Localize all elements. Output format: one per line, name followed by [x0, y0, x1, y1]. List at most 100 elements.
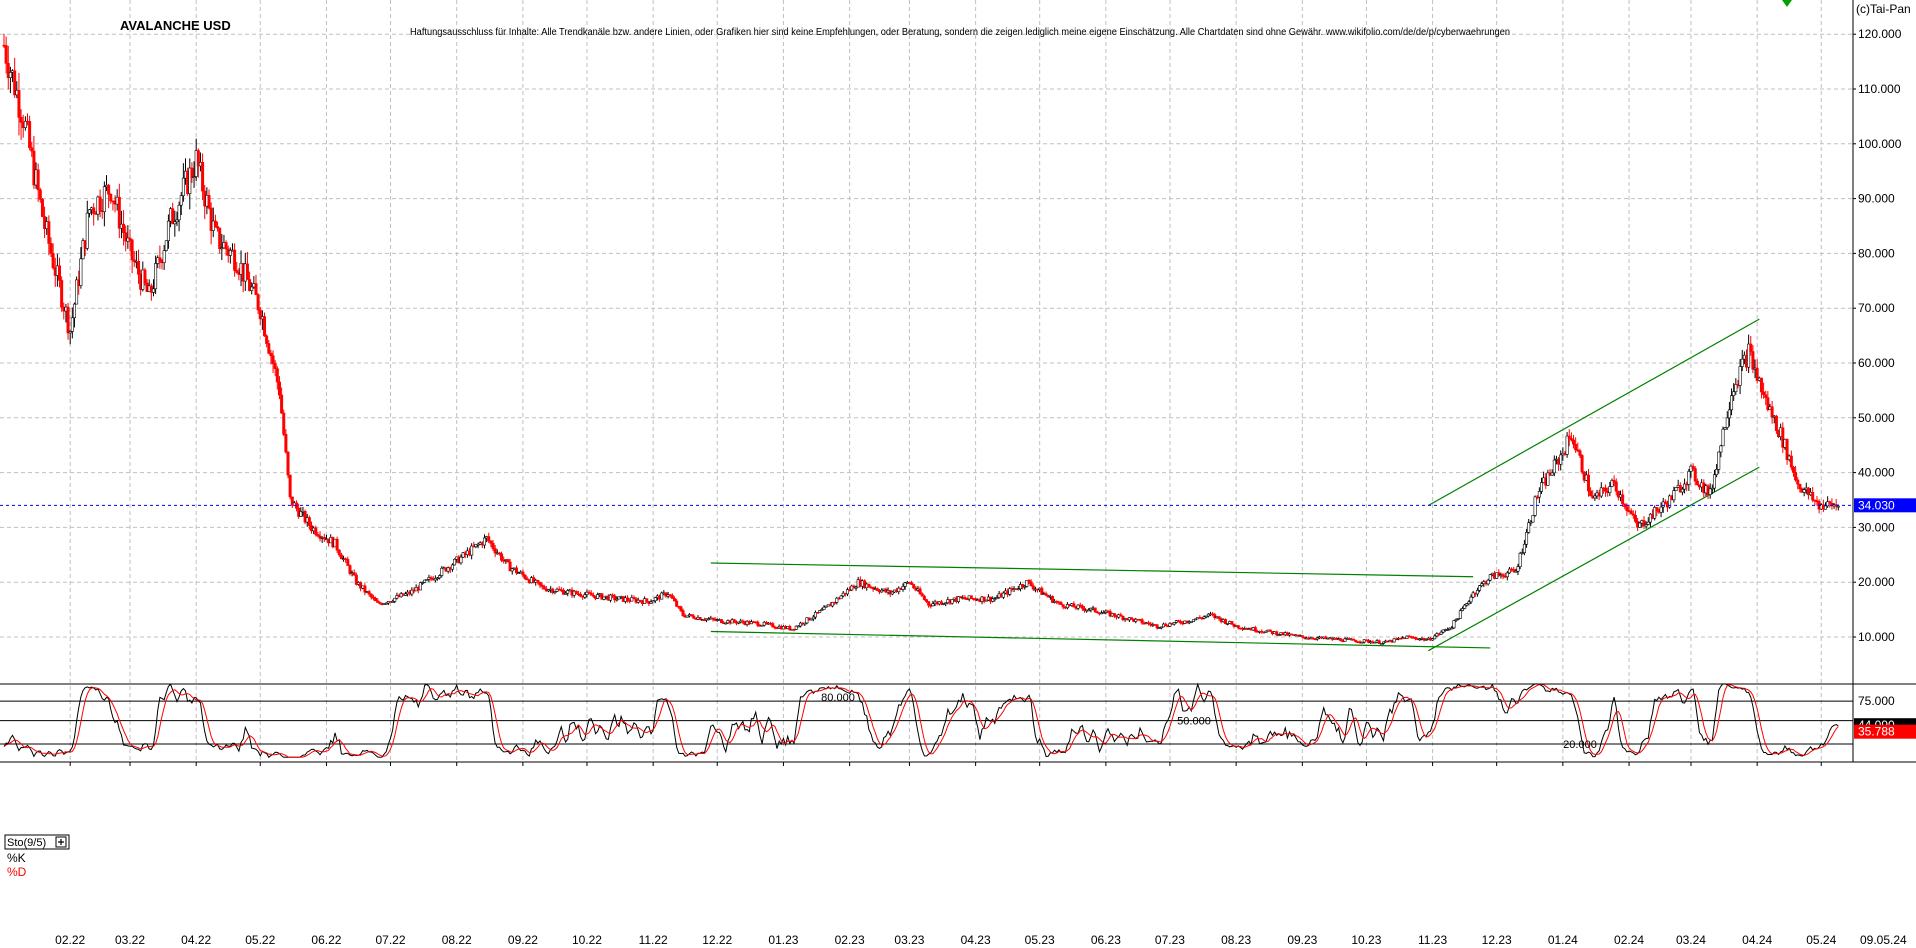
candle-body — [286, 451, 290, 476]
candle-body — [307, 517, 311, 526]
candle-body — [271, 355, 275, 365]
candle-body — [87, 209, 91, 214]
candle-body — [282, 412, 286, 435]
candle-body — [1749, 343, 1753, 352]
candle-body — [213, 220, 217, 227]
candle-body — [1738, 366, 1742, 386]
candle-body — [1433, 635, 1437, 640]
candle-body — [1762, 391, 1766, 395]
candle-body — [1223, 619, 1227, 624]
candle-body — [277, 381, 281, 396]
candle-body — [1655, 507, 1659, 512]
candle-body — [1791, 466, 1795, 473]
candle-body — [1452, 620, 1456, 629]
candle-body — [143, 269, 147, 284]
candle-body — [1811, 492, 1815, 501]
candle-body — [1608, 486, 1612, 493]
candle-body — [1236, 625, 1240, 629]
candle-body — [49, 243, 53, 254]
chart-root: 10.000 20.000 30.000 40.000 50.000 60.000 70.0… — [0, 0, 1916, 947]
candle-body — [51, 253, 55, 269]
x-tick-label: 01.23 — [768, 933, 798, 947]
candle-body — [250, 286, 254, 291]
candle-body — [922, 595, 926, 600]
candle-body — [822, 606, 826, 610]
x-tick-label: 05.23 — [1025, 933, 1055, 947]
candles — [2, 33, 1840, 645]
candle-body — [1527, 522, 1531, 533]
x-tick-label: 01.24 — [1548, 933, 1578, 947]
candle-body — [931, 603, 935, 607]
candle-body — [166, 220, 170, 242]
candle-body — [92, 207, 96, 214]
candle-body — [653, 597, 657, 602]
candle-body — [164, 240, 168, 251]
candle-body — [30, 147, 34, 152]
x-tick-label: 02.23 — [835, 933, 865, 947]
y-tick-label: 100.000 — [1858, 137, 1902, 151]
candle-body — [1589, 490, 1593, 497]
candle-body — [256, 294, 260, 311]
candle-body — [1140, 619, 1144, 624]
candle-body — [1469, 596, 1473, 603]
candle-body — [890, 591, 894, 595]
candle-body — [1712, 474, 1716, 489]
candle-body — [1001, 592, 1005, 598]
candle-body — [339, 554, 343, 560]
y-tick-label: 20.000 — [1858, 575, 1895, 589]
candle-body — [158, 257, 162, 262]
scroll-marker-icon[interactable] — [1782, 0, 1792, 7]
candle-body — [98, 196, 102, 212]
candle-body — [679, 606, 683, 611]
candle-body — [1759, 377, 1763, 393]
y-tick-label: 90.000 — [1858, 192, 1895, 206]
candle-body — [482, 537, 486, 546]
candle-body — [1463, 604, 1467, 609]
candle-body — [1059, 602, 1063, 605]
candle-body — [267, 343, 271, 354]
candle-body — [1789, 455, 1793, 468]
candle-body — [265, 335, 269, 344]
candle-body — [181, 177, 185, 196]
candle-body — [579, 593, 583, 597]
x-tick-label: 12.23 — [1482, 933, 1512, 947]
candle-body — [374, 597, 378, 602]
candle-body — [459, 556, 463, 564]
candle-body — [38, 189, 42, 200]
candle-body — [440, 567, 444, 576]
candle-body — [1516, 566, 1520, 572]
candle-body — [450, 564, 454, 570]
candle-body — [1505, 572, 1509, 578]
candle-body — [70, 317, 74, 332]
candle-body — [1687, 471, 1691, 485]
candle-body — [1802, 489, 1806, 493]
x-tick-label: 03.23 — [894, 933, 924, 947]
x-tick-label: 12.22 — [702, 933, 732, 947]
x-tick-label: 09.22 — [508, 933, 538, 947]
indicator-box[interactable]: Sto(9/5) — [4, 834, 70, 850]
candle-body — [1796, 479, 1800, 485]
copyright-text: (c)Tai-Pan — [1856, 2, 1911, 16]
candle-body — [273, 363, 277, 369]
candle-body — [1550, 472, 1554, 476]
candle-body — [1061, 604, 1065, 608]
candle-body — [589, 592, 593, 596]
candle-body — [1537, 491, 1541, 498]
candle-body — [218, 227, 222, 249]
x-tick-label: 03.22 — [115, 933, 145, 947]
candle-body — [1518, 552, 1522, 567]
candle-body — [514, 567, 518, 574]
candle-body — [542, 586, 546, 590]
candle-body — [224, 242, 228, 250]
candle-body — [280, 394, 284, 414]
trendline — [1428, 318, 1760, 507]
y-tick-label: 120.000 — [1858, 27, 1902, 41]
candle-body — [1798, 483, 1802, 490]
candle-body — [1674, 487, 1678, 491]
candle-body — [72, 303, 76, 319]
y-tick-label: 30.000 — [1858, 520, 1895, 534]
candle-body — [284, 433, 288, 453]
candle-body — [453, 558, 457, 566]
candle-body — [1029, 581, 1033, 587]
candle-body — [839, 595, 843, 600]
